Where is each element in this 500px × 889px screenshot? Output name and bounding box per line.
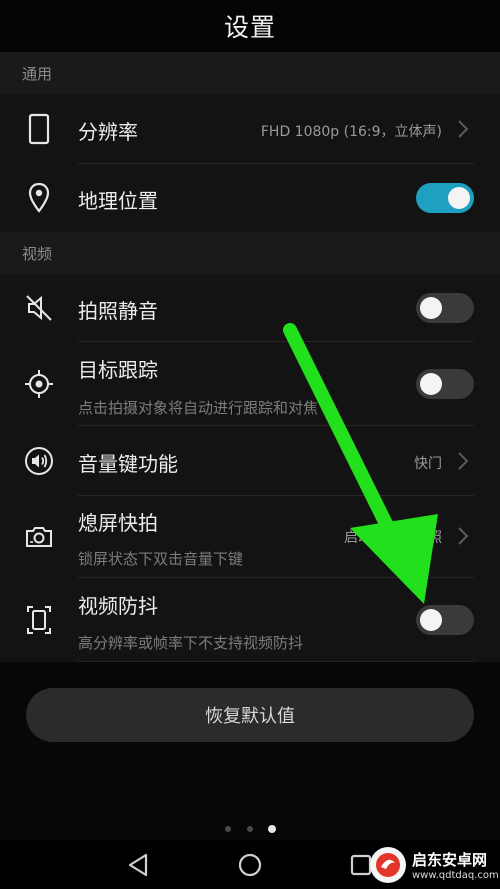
section-title-general: 通用: [22, 64, 53, 83]
chevron-right-icon: [458, 452, 469, 470]
watermark-text: 启东安卓网 www.qdtdaq.com: [412, 849, 499, 881]
section-title-video: 视频: [22, 244, 53, 263]
shutter-mute-toggle[interactable]: [416, 293, 474, 323]
setting-row-stabilization[interactable]: 视频防抖 高分辨率或帧率下不支持视频防抖: [0, 578, 500, 662]
camera-icon: [20, 518, 58, 556]
setting-row-snapshot[interactable]: 熄屏快拍 锁屏状态下双击音量下键 启动相机并拍照: [0, 496, 500, 578]
toggle-knob: [420, 373, 442, 395]
location-toggle[interactable]: [416, 183, 474, 213]
setting-row-shutter-mute[interactable]: 拍照静音: [0, 274, 500, 342]
setting-label-shutter-mute: 拍照静音: [78, 299, 158, 323]
home-icon[interactable]: [233, 848, 267, 882]
title-bar: 设置: [0, 0, 500, 52]
toggle-knob: [448, 187, 470, 209]
page-title: 设置: [223, 13, 276, 42]
restore-defaults-label: 恢复默认值: [205, 706, 295, 727]
setting-value-resolution: FHD 1080p (16:9，立体声): [260, 124, 442, 140]
setting-row-resolution[interactable]: 分辨率 FHD 1080p (16:9，立体声): [0, 94, 500, 164]
section-header-video: 视频: [0, 232, 500, 274]
setting-label-volume-key: 音量键功能: [78, 452, 178, 476]
crosshair-icon: [20, 365, 58, 403]
setting-label-snapshot: 熄屏快拍: [78, 511, 158, 535]
watermark-name: 启东安卓网: [412, 851, 488, 869]
back-icon[interactable]: [122, 848, 156, 882]
page-dot: [225, 826, 231, 832]
setting-sub-object-tracking: 点击拍摄对象将自动进行跟踪和对焦: [78, 399, 319, 417]
location-pin-icon: [20, 179, 58, 217]
setting-value-volume-key: 快门: [414, 456, 442, 472]
volume-icon: [20, 442, 58, 480]
setting-row-location[interactable]: 地理位置: [0, 164, 500, 232]
setting-label-object-tracking: 目标跟踪: [78, 358, 158, 382]
mute-icon: [20, 289, 58, 327]
watermark: 启东安卓网 www.qdtdaq.com: [370, 845, 499, 885]
setting-sub-stabilization: 高分辨率或帧率下不支持视频防抖: [78, 634, 304, 652]
chevron-right-icon: [458, 120, 469, 138]
page-indicator: [0, 824, 500, 834]
stabilization-icon: [20, 601, 58, 639]
stabilization-toggle[interactable]: [416, 605, 474, 635]
phone-outline-icon: [20, 110, 58, 148]
camera-settings-screen: 设置 通用 分辨率 FHD 1080p (16:9，立体声) 地理位置 视频 拍…: [0, 0, 500, 889]
setting-sub-snapshot: 锁屏状态下双击音量下键: [78, 550, 244, 568]
setting-row-volume-key[interactable]: 音量键功能 快门: [0, 426, 500, 496]
page-dot-active: [268, 825, 276, 833]
setting-row-object-tracking[interactable]: 目标跟踪 点击拍摄对象将自动进行跟踪和对焦: [0, 342, 500, 426]
toggle-knob: [420, 609, 442, 631]
setting-label-stabilization: 视频防抖: [78, 594, 158, 618]
setting-value-snapshot: 启动相机并拍照: [344, 530, 442, 546]
setting-label-resolution: 分辨率: [78, 120, 138, 144]
setting-label-location: 地理位置: [78, 189, 158, 213]
object-tracking-toggle[interactable]: [416, 369, 474, 399]
row-divider: [78, 661, 474, 662]
watermark-logo-icon: [370, 847, 406, 883]
toggle-knob: [420, 297, 442, 319]
page-dot: [247, 826, 253, 832]
watermark-url: www.qdtdaq.com: [412, 870, 499, 881]
section-header-general: 通用: [0, 52, 500, 94]
restore-defaults-button[interactable]: 恢复默认值: [26, 688, 474, 742]
chevron-right-icon: [458, 527, 469, 545]
